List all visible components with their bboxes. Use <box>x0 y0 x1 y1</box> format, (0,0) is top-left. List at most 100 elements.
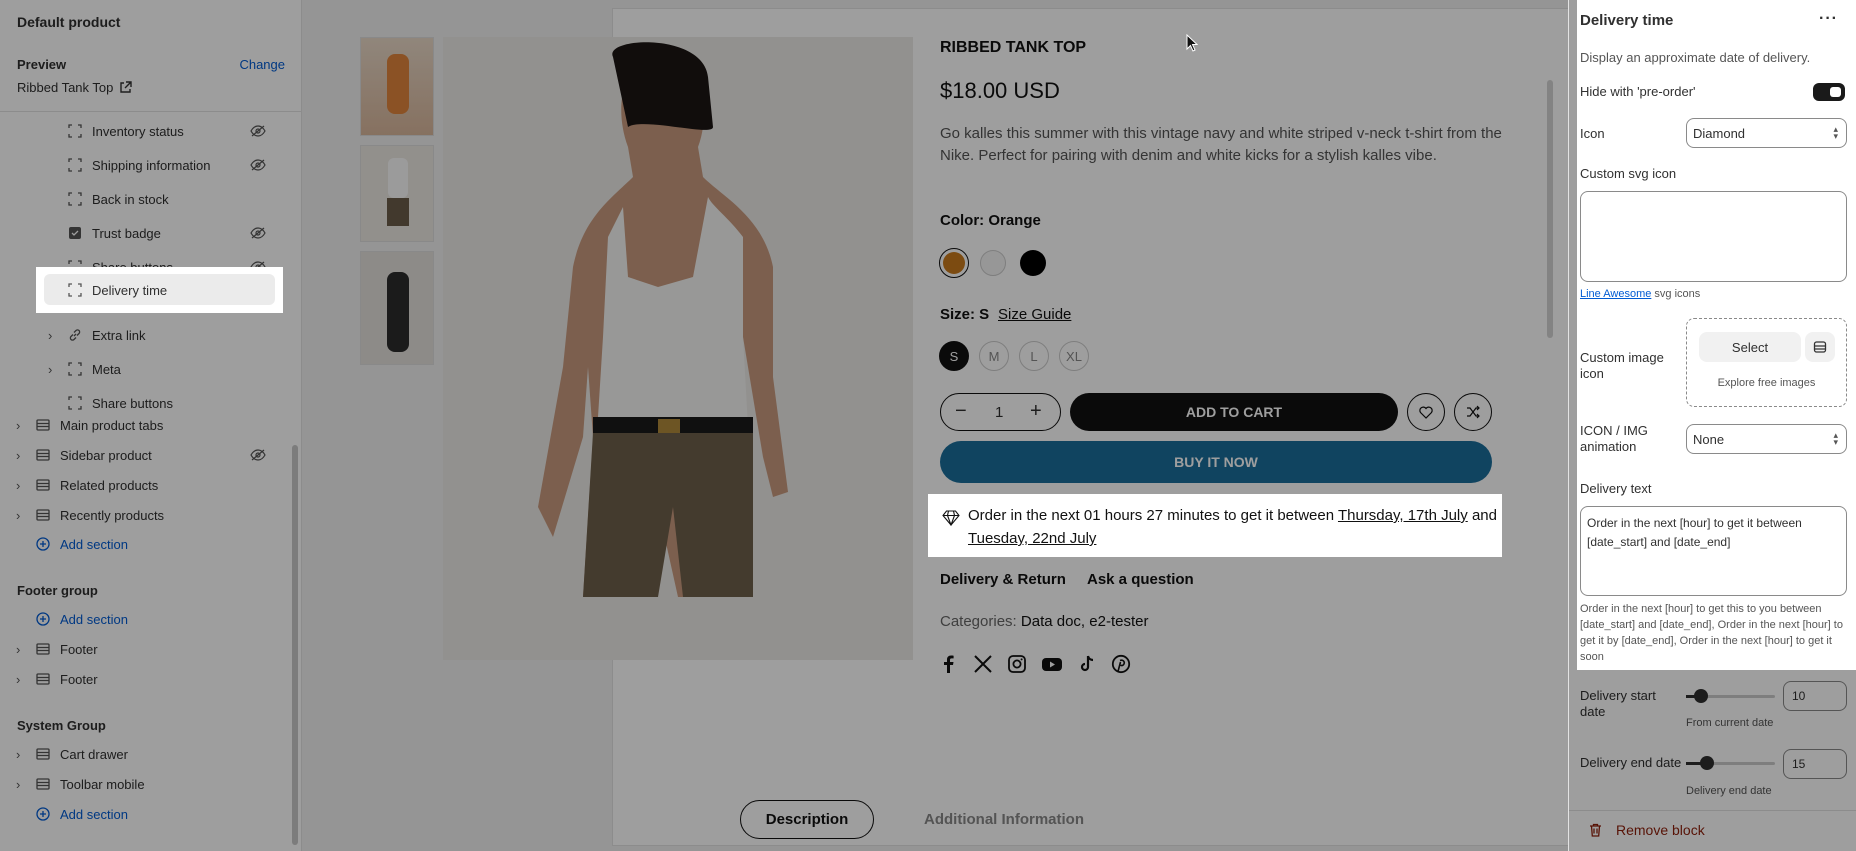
delivery-time-block[interactable]: Order in the next 01 hours 27 minutes to… <box>928 494 1502 557</box>
size-option-s[interactable]: S <box>939 341 969 371</box>
trash-icon <box>1590 823 1601 837</box>
delivery-start-slider[interactable] <box>1686 689 1775 703</box>
left-overlay <box>0 0 302 851</box>
shuffle-icon <box>1467 405 1480 419</box>
media-library-button[interactable] <box>1805 332 1835 362</box>
heart-icon <box>1419 406 1433 419</box>
size-label: Size: S <box>940 306 990 323</box>
select-image-button[interactable]: Select <box>1699 332 1801 362</box>
block-settings-panel: Delivery time ··· Display an approximate… <box>1568 0 1856 851</box>
delivery-text-help: Order in the next [hour] to get this to … <box>1580 603 1843 663</box>
select-arrows-icon: ▴ ▾ <box>1833 124 1838 141</box>
quantity-input[interactable]: 1 <box>995 404 1003 421</box>
database-icon <box>1813 341 1827 353</box>
product-price: $18.00 USD <box>940 78 1060 103</box>
delivery-text-textarea[interactable]: Order in the next [hour] to get it betwe… <box>1580 506 1847 596</box>
remove-block-label: Remove block <box>1616 822 1705 838</box>
pinterest-icon[interactable] <box>1111 654 1131 674</box>
main-product-image[interactable] <box>443 37 913 660</box>
tab-description[interactable]: Description <box>740 800 874 839</box>
delivery-end-input[interactable]: 15 <box>1783 749 1847 779</box>
slider-thumb[interactable] <box>1694 689 1708 703</box>
model-illustration <box>538 42 788 597</box>
size-option-xl[interactable]: XL <box>1059 341 1089 371</box>
minus-icon[interactable]: − <box>955 401 967 421</box>
instagram-icon[interactable] <box>1007 654 1027 674</box>
delivery-start-date: Thursday, 17th July <box>1337 507 1468 524</box>
icon-select-value: Diamond <box>1693 125 1746 141</box>
select-arrows-icon: ▴ ▾ <box>1833 430 1838 447</box>
settings-overlay-edge <box>1569 0 1577 670</box>
svg-icons-text: svg icons <box>1654 288 1701 300</box>
delivery-end-label: Delivery end date <box>1580 755 1682 770</box>
ask-question-link[interactable]: Ask a question <box>1087 571 1194 588</box>
settings-title: Delivery time <box>1580 12 1674 29</box>
settings-info: Display an approximate date of delivery. <box>1580 50 1811 65</box>
left-sidebar: Default product Preview Change Ribbed Ta… <box>0 0 302 851</box>
hide-preorder-toggle[interactable] <box>1813 83 1845 101</box>
block-icon <box>68 283 82 297</box>
size-guide-link[interactable]: Size Guide <box>998 306 1071 323</box>
hide-preorder-label: Hide with 'pre-order' <box>1580 84 1696 99</box>
preview-canvas: RIBBED TANK TOP $18.00 USD Go kalles thi… <box>302 0 1856 851</box>
thumbnail-2[interactable] <box>360 145 434 242</box>
wishlist-button[interactable] <box>1407 393 1445 431</box>
remove-block-button[interactable]: Remove block <box>1589 822 1705 838</box>
size-option-l[interactable]: L <box>1019 341 1049 371</box>
plus-icon[interactable]: + <box>1030 401 1042 421</box>
categories-value[interactable]: Data doc, e2-tester <box>1021 613 1149 630</box>
thumbnail-3[interactable] <box>360 251 434 365</box>
swatch-black[interactable] <box>1020 250 1046 276</box>
delivery-message: Order in the next 01 hours 27 minutes to… <box>968 504 1498 550</box>
tree-item-label: Delivery time <box>92 282 168 298</box>
image-picker: Select Explore free images <box>1686 318 1847 407</box>
delivery-prefix: Order in the next 01 hours 27 minutes to… <box>968 507 1335 524</box>
animation-select-value: None <box>1693 431 1725 447</box>
slider-thumb[interactable] <box>1700 756 1714 770</box>
tree-item-delivery-time[interactable]: Delivery time <box>68 277 167 303</box>
x-icon[interactable] <box>973 654 993 674</box>
delivery-text-label: Delivery text <box>1580 481 1652 496</box>
delivery-start-help: From current date <box>1686 717 1774 729</box>
preview-scrollbar[interactable] <box>1547 80 1553 338</box>
custom-svg-textarea[interactable] <box>1580 191 1847 282</box>
product-description: Go kalles this summer with this vintage … <box>940 125 1502 164</box>
delivery-end-slider[interactable] <box>1686 756 1775 770</box>
animation-select[interactable]: None ▴ ▾ <box>1686 424 1847 454</box>
delivery-start-label: Delivery start date <box>1580 688 1656 719</box>
diamond-icon <box>942 510 960 526</box>
custom-svg-label: Custom svg icon <box>1580 166 1677 181</box>
icon-label: Icon <box>1580 126 1605 141</box>
icon-select[interactable]: Diamond ▴ ▾ <box>1686 118 1847 148</box>
delivery-start-input[interactable]: 10 <box>1783 681 1847 711</box>
delivery-and: and <box>1471 507 1497 524</box>
color-label: Color: Orange <box>940 212 1041 229</box>
selected-row-highlight: Delivery time <box>36 267 283 313</box>
swatch-orange[interactable] <box>939 248 969 278</box>
tiktok-icon[interactable] <box>1077 654 1097 674</box>
swatch-white[interactable] <box>980 250 1006 276</box>
delivery-return-link[interactable]: Delivery & Return <box>940 571 1066 588</box>
swatch-fill <box>943 252 965 274</box>
svg-help: Line Awesome svg icons <box>1580 288 1700 300</box>
categories-label: Categories: <box>940 613 1017 630</box>
youtube-icon[interactable] <box>1041 654 1063 674</box>
compare-button[interactable] <box>1454 393 1492 431</box>
line-awesome-link[interactable]: Line Awesome <box>1580 288 1651 300</box>
mouse-cursor-icon <box>1186 34 1198 52</box>
more-options-icon[interactable]: ··· <box>1819 10 1838 28</box>
quantity-stepper: − 1 + <box>940 393 1061 431</box>
facebook-icon[interactable] <box>939 654 959 674</box>
thumbnail-1[interactable] <box>360 37 434 136</box>
social-icons <box>939 654 1131 674</box>
tab-additional-information[interactable]: Additional Information <box>924 811 1084 828</box>
size-option-m[interactable]: M <box>979 341 1009 371</box>
product-title: RIBBED TANK TOP <box>940 39 1087 56</box>
add-to-cart-button[interactable]: ADD TO CART <box>1070 393 1398 431</box>
categories-row: Categories: Data doc, e2-tester <box>940 613 1148 630</box>
delivery-end-date: Tuesday, 22nd July <box>968 530 1097 547</box>
custom-image-label: Custom image icon <box>1580 350 1664 381</box>
explore-images-link[interactable]: Explore free images <box>1687 377 1846 389</box>
buy-now-button[interactable]: BUY IT NOW <box>940 441 1492 483</box>
delivery-end-help: Delivery end date <box>1686 785 1772 797</box>
